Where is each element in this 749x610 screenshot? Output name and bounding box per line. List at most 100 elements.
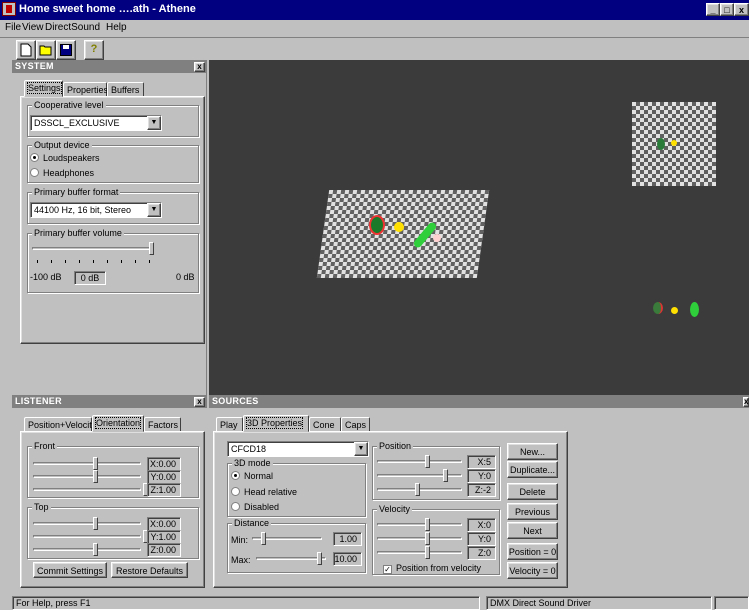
position-zero-button[interactable]: Position = 0	[507, 543, 558, 560]
top-slider-x[interactable]	[33, 517, 141, 531]
velocity-value-x: X:0	[467, 518, 496, 532]
volume-slider-thumb[interactable]	[149, 242, 154, 255]
open-folder-icon[interactable]	[36, 40, 56, 60]
velocity-label: Velocity	[377, 504, 413, 514]
tab-play[interactable]: Play	[216, 417, 243, 432]
front-label: Front	[32, 441, 58, 451]
source-object[interactable]	[369, 215, 385, 235]
side-source-object	[653, 302, 663, 314]
max-distance-value: 10.00	[333, 552, 362, 566]
radio-disabled[interactable]: Disabled	[231, 502, 279, 512]
position-from-velocity-checkbox[interactable]: ✓ Position from velocity	[383, 563, 481, 574]
min-distance-value: 1.00	[333, 532, 362, 546]
source-dropdown[interactable]: CFCD18 ▼	[227, 441, 369, 457]
front-value-y: Y:0.00	[147, 470, 181, 484]
min-distance-slider[interactable]	[252, 532, 322, 546]
position-slider-y[interactable]	[377, 469, 462, 483]
tab-3d-properties[interactable]: 3D Properties	[243, 415, 309, 432]
menu-directsound[interactable]: DirectSound	[45, 22, 100, 33]
save-disk-icon[interactable]	[56, 40, 76, 60]
tab-position-velocity[interactable]: Position+Velocity	[24, 417, 96, 432]
maximize-button[interactable]: □	[720, 3, 734, 16]
tab-settings[interactable]: Settings	[24, 80, 63, 97]
sources-close-button[interactable]: x	[743, 397, 749, 407]
delete-source-button[interactable]: Delete	[507, 483, 558, 500]
format-dropdown[interactable]: 44100 Hz, 16 bit, Stereo ▼	[30, 202, 162, 218]
menu-view[interactable]: View	[22, 22, 44, 33]
close-window-button[interactable]: x	[734, 3, 749, 16]
commit-settings-button[interactable]: Commit Settings	[33, 562, 107, 578]
tab-caps[interactable]: Caps	[341, 417, 370, 432]
next-source-button[interactable]: Next	[507, 522, 558, 539]
min-distance-thumb[interactable]	[261, 532, 266, 545]
top-slider-z[interactable]	[33, 543, 141, 557]
chevron-down-icon[interactable]: ▼	[147, 203, 161, 217]
front-slider-y[interactable]	[33, 470, 141, 484]
slider-thumb[interactable]	[425, 546, 430, 559]
velocity-value-z: Z:0	[467, 546, 496, 560]
velocity-zero-button[interactable]: Velocity = 0	[507, 562, 558, 579]
menu-file[interactable]: File	[5, 22, 21, 33]
velocity-value-y: Y:0	[467, 532, 496, 546]
tab-orientation[interactable]: Orientation	[92, 415, 144, 432]
slider-thumb[interactable]	[93, 457, 98, 470]
menu-help[interactable]: Help	[106, 22, 127, 33]
3d-viewport[interactable]	[209, 60, 749, 395]
system-close-button[interactable]: x	[194, 62, 205, 72]
position-value-y: Y:0	[467, 469, 496, 483]
chevron-down-icon[interactable]: ▼	[147, 116, 161, 130]
tab-properties[interactable]: Properties	[63, 82, 108, 97]
new-source-button[interactable]: New...	[507, 443, 558, 460]
minimize-button[interactable]: _	[706, 3, 720, 16]
tab-factors[interactable]: Factors	[144, 417, 181, 432]
checker-floor-main	[316, 190, 490, 278]
velocity-slider-x[interactable]	[377, 518, 462, 532]
duplicate-source-button[interactable]: Duplicate...	[507, 461, 558, 478]
position-slider-x[interactable]	[377, 455, 462, 469]
front-slider-x[interactable]	[33, 457, 141, 471]
slider-thumb[interactable]	[425, 518, 430, 531]
position-value-x: X:5	[467, 455, 496, 469]
slider-thumb[interactable]	[425, 455, 430, 468]
tab-buffers[interactable]: Buffers	[107, 82, 144, 97]
system-panel-title: SYSTEM	[12, 60, 207, 73]
tab-cone[interactable]: Cone	[309, 417, 341, 432]
position-slider-z[interactable]	[377, 483, 462, 497]
status-driver: DMX Direct Sound Driver	[486, 596, 712, 610]
top-slider-y[interactable]	[33, 530, 148, 544]
new-document-icon[interactable]	[16, 40, 36, 60]
slider-thumb[interactable]	[425, 532, 430, 545]
max-distance-slider[interactable]	[256, 552, 326, 566]
window-titlebar: Home sweet home ….ath - Athene	[0, 0, 749, 20]
top-value-y: Y:1.00	[147, 530, 181, 544]
max-distance-thumb[interactable]	[317, 552, 322, 565]
velocity-slider-y[interactable]	[377, 532, 462, 546]
window-title: Home sweet home ….ath - Athene	[19, 3, 196, 15]
restore-defaults-button[interactable]: Restore Defaults	[111, 562, 188, 578]
slider-thumb[interactable]	[93, 543, 98, 556]
slider-thumb[interactable]	[415, 483, 420, 496]
listener-object[interactable]	[394, 222, 404, 232]
radio-headphones[interactable]: Headphones	[30, 168, 94, 178]
chevron-down-icon[interactable]: ▼	[354, 442, 368, 456]
front-slider-z[interactable]	[33, 483, 148, 497]
source-object-small[interactable]	[433, 234, 441, 242]
radio-head-relative[interactable]: Head relative	[231, 487, 297, 497]
app-icon[interactable]	[2, 2, 16, 16]
volume-slider[interactable]	[32, 242, 154, 256]
volume-label: Primary buffer volume	[32, 228, 124, 238]
velocity-slider-z[interactable]	[377, 546, 462, 560]
mode-label: 3D mode	[232, 458, 273, 468]
radio-normal[interactable]: Normal	[231, 471, 273, 481]
listener-close-button[interactable]: x	[194, 397, 205, 407]
slider-thumb[interactable]	[93, 470, 98, 483]
side-listener-object	[671, 307, 678, 314]
previous-source-button[interactable]: Previous	[507, 503, 558, 520]
radio-loudspeakers[interactable]: Loudspeakers	[30, 153, 100, 163]
volume-max-label: 0 dB	[176, 272, 195, 282]
help-question-icon[interactable]: ?	[84, 40, 104, 60]
slider-thumb[interactable]	[443, 469, 448, 482]
slider-thumb[interactable]	[93, 517, 98, 530]
cooperative-dropdown[interactable]: DSSCL_EXCLUSIVE ▼	[30, 115, 162, 131]
format-label: Primary buffer format	[32, 187, 121, 197]
